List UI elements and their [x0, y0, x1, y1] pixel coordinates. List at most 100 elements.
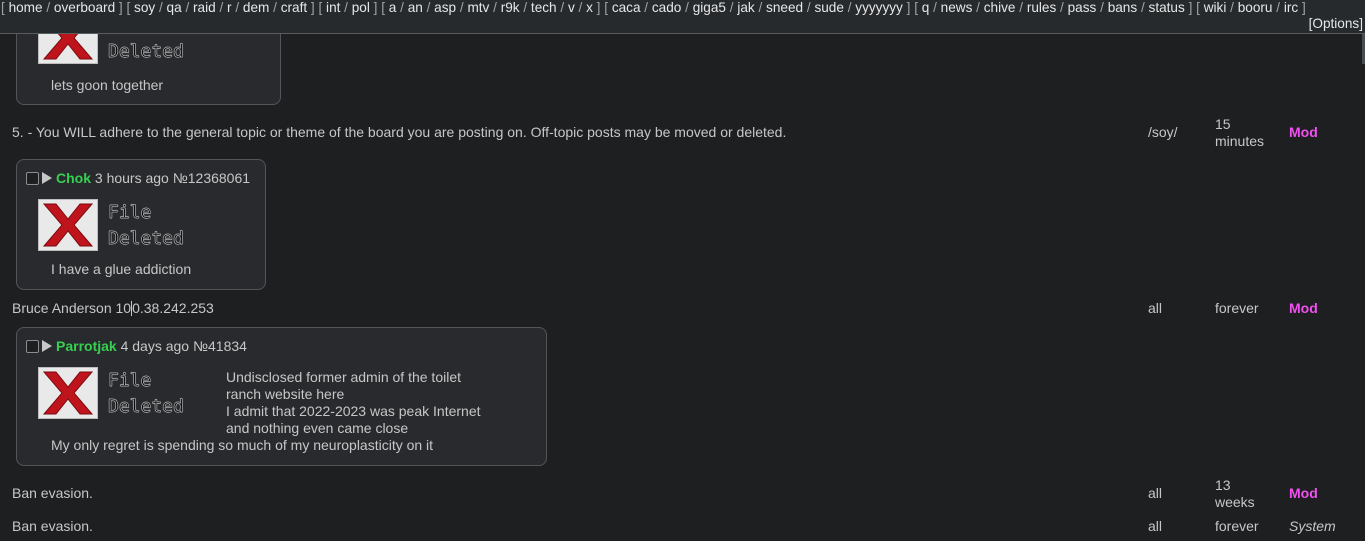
- board-nav-bar: [ home / overboard ] [ soy / qa / raid /…: [0, 0, 1365, 34]
- board-link-giga5[interactable]: giga5: [693, 0, 726, 15]
- board-separator: /: [1015, 0, 1027, 15]
- board-separator: /: [1056, 0, 1068, 15]
- expand-triangle-icon[interactable]: [42, 172, 52, 184]
- board-separator: /: [42, 0, 54, 15]
- bracket-close: ]: [1298, 0, 1306, 15]
- board-link-rules[interactable]: rules: [1027, 0, 1056, 15]
- post-number[interactable]: №12368061: [173, 170, 250, 186]
- board-link-craft[interactable]: craft: [281, 0, 307, 15]
- board-link-r9k[interactable]: r9k: [501, 0, 520, 15]
- board-link-asp[interactable]: asp: [434, 0, 456, 15]
- ban-duration-line1: 15: [1215, 116, 1231, 132]
- board-separator: /: [843, 0, 856, 15]
- post-number[interactable]: №41834: [193, 338, 247, 354]
- deleted-file-thumbnail[interactable]: File Deleted: [38, 367, 188, 419]
- file-deleted-line2: Deleted: [108, 41, 184, 62]
- ban-staff: System: [1289, 518, 1336, 534]
- post-header: Chok 3 hours ago №12368061: [26, 169, 250, 187]
- expand-triangle-icon[interactable]: [42, 340, 52, 352]
- ban-board: all: [1148, 300, 1163, 316]
- board-link-tech[interactable]: tech: [531, 0, 557, 15]
- board-separator: /: [422, 0, 435, 15]
- file-deleted-text: File Deleted: [108, 368, 184, 420]
- board-separator: /: [519, 0, 531, 15]
- board-link-bans[interactable]: bans: [1108, 0, 1137, 15]
- board-separator: /: [155, 0, 167, 15]
- board-separator: /: [1137, 0, 1149, 15]
- board-separator: /: [231, 0, 243, 15]
- bracket-open: [: [126, 0, 135, 15]
- bracket-close: ]: [1184, 0, 1193, 15]
- post-message-line: and nothing even came close: [226, 420, 409, 436]
- board-link-int[interactable]: int: [326, 0, 340, 15]
- board-separator: /: [972, 0, 984, 15]
- board-separator: /: [489, 0, 501, 15]
- board-separator: /: [1226, 0, 1238, 15]
- board-group: [ wiki / booru / irc ]: [1196, 0, 1306, 15]
- post-message-line: Undisclosed former admin of the toilet: [226, 369, 461, 385]
- board-link-pol[interactable]: pol: [352, 0, 370, 15]
- board-link-jak[interactable]: jak: [737, 0, 754, 15]
- file-deleted-line2: Deleted: [108, 228, 184, 249]
- board-link-home[interactable]: home: [9, 0, 43, 15]
- post-message: lets goon together: [51, 77, 164, 93]
- file-deleted-line1: File: [108, 202, 152, 223]
- bracket-open: [: [604, 0, 612, 15]
- ban-duration: forever: [1215, 300, 1259, 316]
- post-message: I have a glue addiction: [51, 261, 192, 277]
- ban-staff: Mod: [1289, 300, 1318, 316]
- board-link-cado[interactable]: cado: [652, 0, 681, 15]
- bracket-close: ]: [307, 0, 315, 15]
- board-separator: /: [556, 0, 568, 15]
- deleted-file-x-icon: [38, 199, 98, 251]
- board-separator: /: [929, 0, 941, 15]
- board-link-pass[interactable]: pass: [1068, 0, 1097, 15]
- board-link-x[interactable]: x: [586, 0, 593, 15]
- board-link-yyyyyyy[interactable]: yyyyyyy: [855, 0, 903, 15]
- file-deleted-line1: File: [108, 370, 152, 391]
- post-time: 3 hours ago: [94, 170, 169, 186]
- board-link-v[interactable]: v: [568, 0, 575, 15]
- board-link-sneed[interactable]: sneed: [766, 0, 803, 15]
- board-link-qa[interactable]: qa: [167, 0, 182, 15]
- board-link-raid[interactable]: raid: [193, 0, 216, 15]
- board-link-chive[interactable]: chive: [984, 0, 1016, 15]
- ban-reason-part1: Bruce Anderson 10: [12, 300, 132, 316]
- board-group: [ home / overboard ]: [1, 0, 123, 15]
- bracket-close: ]: [115, 0, 123, 15]
- bans-list: File Deleted lets goon together 5. - You…: [0, 0, 1365, 541]
- bracket-close: ]: [369, 0, 378, 15]
- options-link[interactable]: [Options]: [1309, 16, 1363, 32]
- board-separator: /: [725, 0, 738, 15]
- board-link-status[interactable]: status: [1149, 0, 1185, 15]
- board-link-mtv[interactable]: mtv: [467, 0, 489, 15]
- board-link-irc[interactable]: irc: [1284, 0, 1298, 15]
- ban-reason: Bruce Anderson 100.38.242.253: [12, 300, 214, 317]
- board-link-caca[interactable]: caca: [612, 0, 641, 15]
- board-link-soy[interactable]: soy: [134, 0, 155, 15]
- board-link-wiki[interactable]: wiki: [1204, 0, 1227, 15]
- bracket-close: ]: [592, 0, 601, 15]
- board-separator: /: [681, 0, 693, 15]
- post-message-line: I admit that 2022-2023 was peak Internet: [226, 403, 481, 419]
- options-button[interactable]: [Options]: [1309, 16, 1363, 31]
- post-select-checkbox[interactable]: [26, 172, 39, 185]
- ban-duration: forever: [1215, 518, 1259, 534]
- deleted-file-x-icon: [38, 367, 98, 419]
- bracket-close: ]: [902, 0, 911, 15]
- file-deleted-line2: Deleted: [108, 396, 184, 417]
- post-select-checkbox[interactable]: [26, 340, 39, 353]
- board-separator: /: [754, 0, 767, 15]
- post-header: Parrotjak 4 days ago №41834: [26, 337, 247, 355]
- board-link-dem[interactable]: dem: [243, 0, 269, 15]
- board-link-news[interactable]: news: [941, 0, 973, 15]
- board-link-booru[interactable]: booru: [1238, 0, 1273, 15]
- deleted-file-thumbnail[interactable]: File Deleted: [38, 199, 188, 251]
- board-link-sude[interactable]: sude: [814, 0, 843, 15]
- board-link-overboard[interactable]: overboard: [54, 0, 115, 15]
- ban-staff: Mod: [1289, 124, 1318, 140]
- post-message-side: Undisclosed former admin of the toilet r…: [226, 369, 481, 437]
- poster-name: Parrotjak: [56, 338, 117, 354]
- board-link-an[interactable]: an: [408, 0, 423, 15]
- ban-duration-line2: minutes: [1215, 133, 1265, 149]
